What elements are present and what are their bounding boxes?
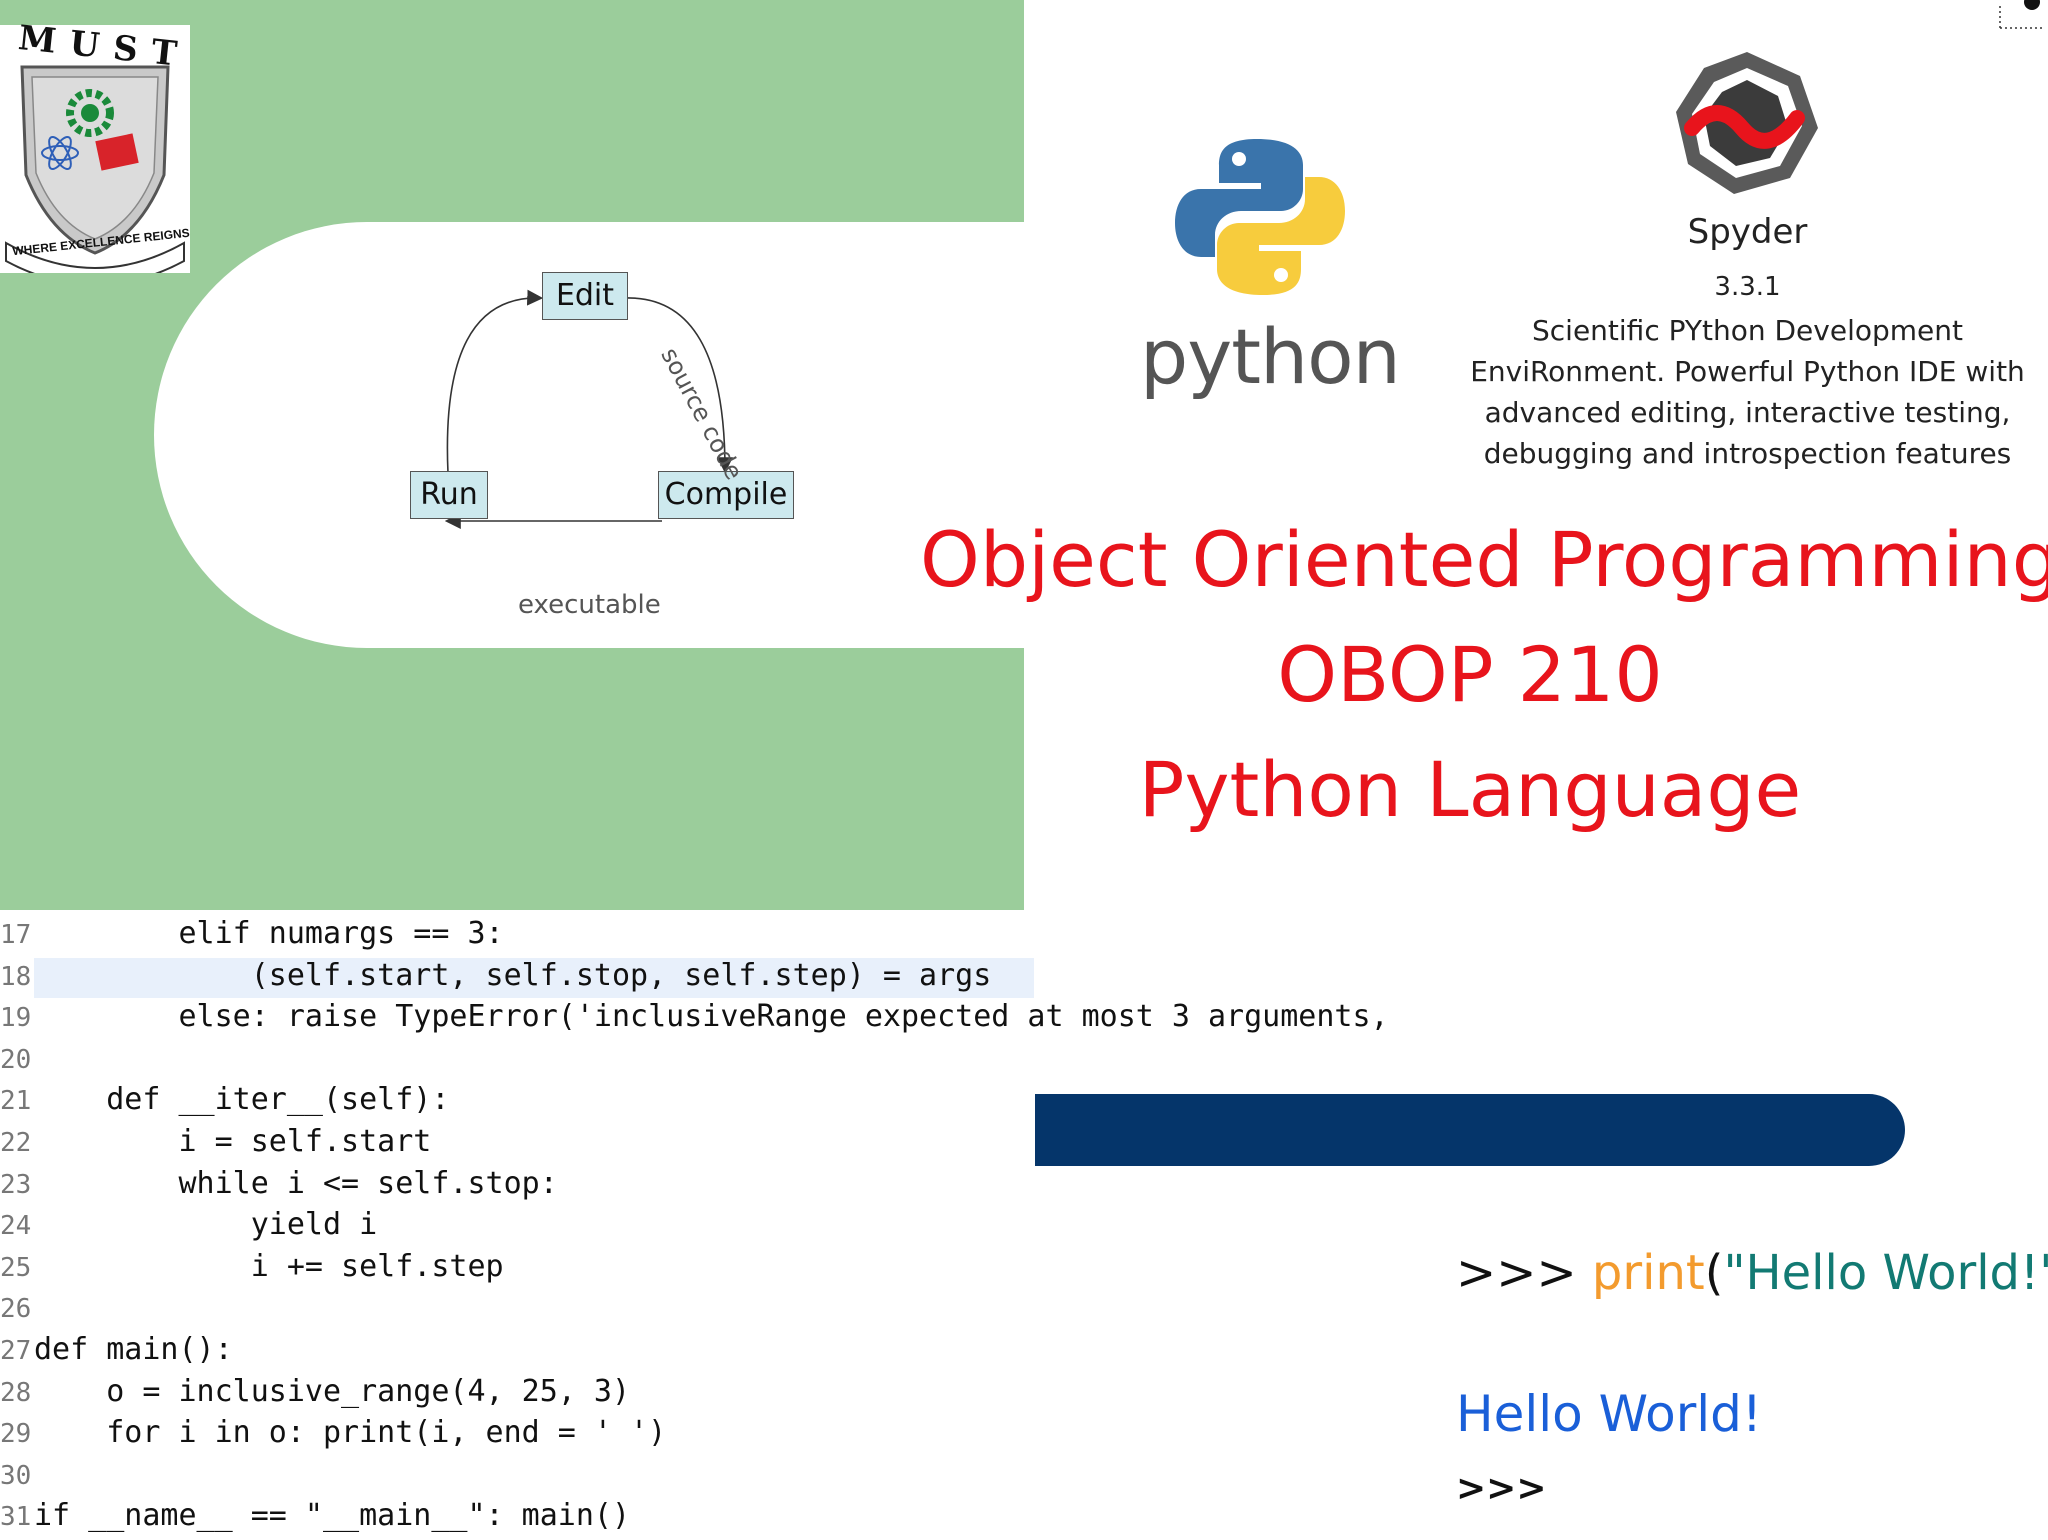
code-line: 28 o = inclusive_range(4, 25, 3): [0, 1374, 630, 1416]
code-line: 22 i = self.start: [0, 1124, 431, 1166]
code-line: 30: [0, 1457, 34, 1499]
line-number: 22: [0, 1128, 32, 1158]
code-line: 17 elif numargs == 3:: [0, 916, 504, 958]
spyder-description: Scientific PYthon Development EnviRonmen…: [1470, 314, 2025, 470]
code-text: elif numargs == 3:: [34, 916, 504, 951]
code-text: i = self.start: [34, 1124, 432, 1159]
code-text: (self.start, self.stop, self.step) = arg…: [34, 957, 992, 993]
code-line: 29 for i in o: print(i, end = ' '): [0, 1415, 666, 1457]
arrow-run-to-edit: [446, 289, 544, 474]
code-text: def __iter__(self):: [34, 1082, 450, 1118]
course-code: OBOP 210: [1277, 630, 1663, 719]
code-text: for i in o: print(i, end = ' '): [34, 1415, 667, 1451]
line-number: 21: [0, 1086, 32, 1117]
edit-node: Edit: [542, 272, 628, 320]
line-number: 30: [0, 1460, 32, 1491]
line-number: 20: [0, 1044, 32, 1075]
line-number: 26: [0, 1294, 32, 1325]
line-number: 17: [0, 920, 32, 950]
accent-bar: [1035, 1094, 1905, 1166]
line-number: 19: [0, 1003, 32, 1034]
python-wordmark: python: [1140, 312, 1401, 401]
line-number: 25: [0, 1252, 32, 1283]
repl-prompt: >>>: [1456, 1245, 1577, 1301]
python-logo-icon: [1175, 135, 1345, 304]
code-line: 21 def __iter__(self):: [0, 1082, 449, 1124]
code-line: 26: [0, 1290, 34, 1332]
run-node: Run: [410, 471, 488, 519]
university-logo: MUST WHERE EXCELLENCE REIGNS: [0, 18, 193, 286]
code-line: 19 else: raise TypeError('inclusiveRange…: [0, 999, 1389, 1041]
line-number: 27: [0, 1336, 32, 1366]
line-number: 24: [0, 1211, 32, 1242]
code-line: 25 i += self.step: [0, 1249, 504, 1291]
code-text: if __name__ == "__main__": main(): [34, 1498, 631, 1534]
line-number: 18: [0, 961, 32, 992]
code-line: 18 (self.start, self.stop, self.step) = …: [0, 958, 991, 1000]
code-line: 31if __name__ == "__main__": main(): [0, 1498, 630, 1540]
executable-label: executable: [518, 590, 661, 620]
repl-output: Hello World!: [1456, 1385, 1762, 1443]
code-text: i += self.step: [34, 1248, 504, 1284]
code-text: o = inclusive_range(4, 25, 3): [34, 1373, 631, 1409]
course-subtitle: Python Language: [1138, 745, 1802, 834]
line-number: 31: [0, 1502, 32, 1533]
spyder-logo-icon: [1672, 48, 1822, 202]
code-line: 27def main():: [0, 1332, 233, 1374]
repl-string: "Hello World!": [1723, 1245, 2048, 1301]
edit-compile-run-diagram: Edit Run Compile source code: [380, 255, 840, 635]
code-line: 24 yield i: [0, 1207, 377, 1249]
gear-icon: [1998, 0, 2042, 30]
line-number: 28: [0, 1377, 32, 1408]
code-text: yield i: [34, 1207, 378, 1243]
code-editor-snippet: 17 elif numargs == 3: 18 (self.start, sel…: [0, 916, 1389, 1536]
code-text: while i <= self.stop:: [34, 1165, 558, 1201]
repl-prompt-next: >>>: [1456, 1468, 1547, 1509]
course-title: Object Oriented Programming:: [920, 515, 2048, 604]
repl-print-func: print: [1591, 1245, 1705, 1301]
code-text: else: raise TypeError('inclusiveRange ex…: [34, 999, 1389, 1035]
spyder-version: 3.3.1: [1714, 272, 1781, 302]
repl-input-line: >>> print("Hello World!"): [1456, 1245, 2048, 1301]
code-line: 23 while i <= self.stop:: [0, 1166, 558, 1208]
repl-open-paren: (: [1704, 1245, 1724, 1301]
line-number: 29: [0, 1419, 32, 1450]
code-line: 20: [0, 1041, 34, 1083]
spyder-title: Spyder: [1687, 212, 1808, 252]
line-number: 23: [0, 1169, 32, 1200]
code-text: def main():: [34, 1332, 233, 1367]
